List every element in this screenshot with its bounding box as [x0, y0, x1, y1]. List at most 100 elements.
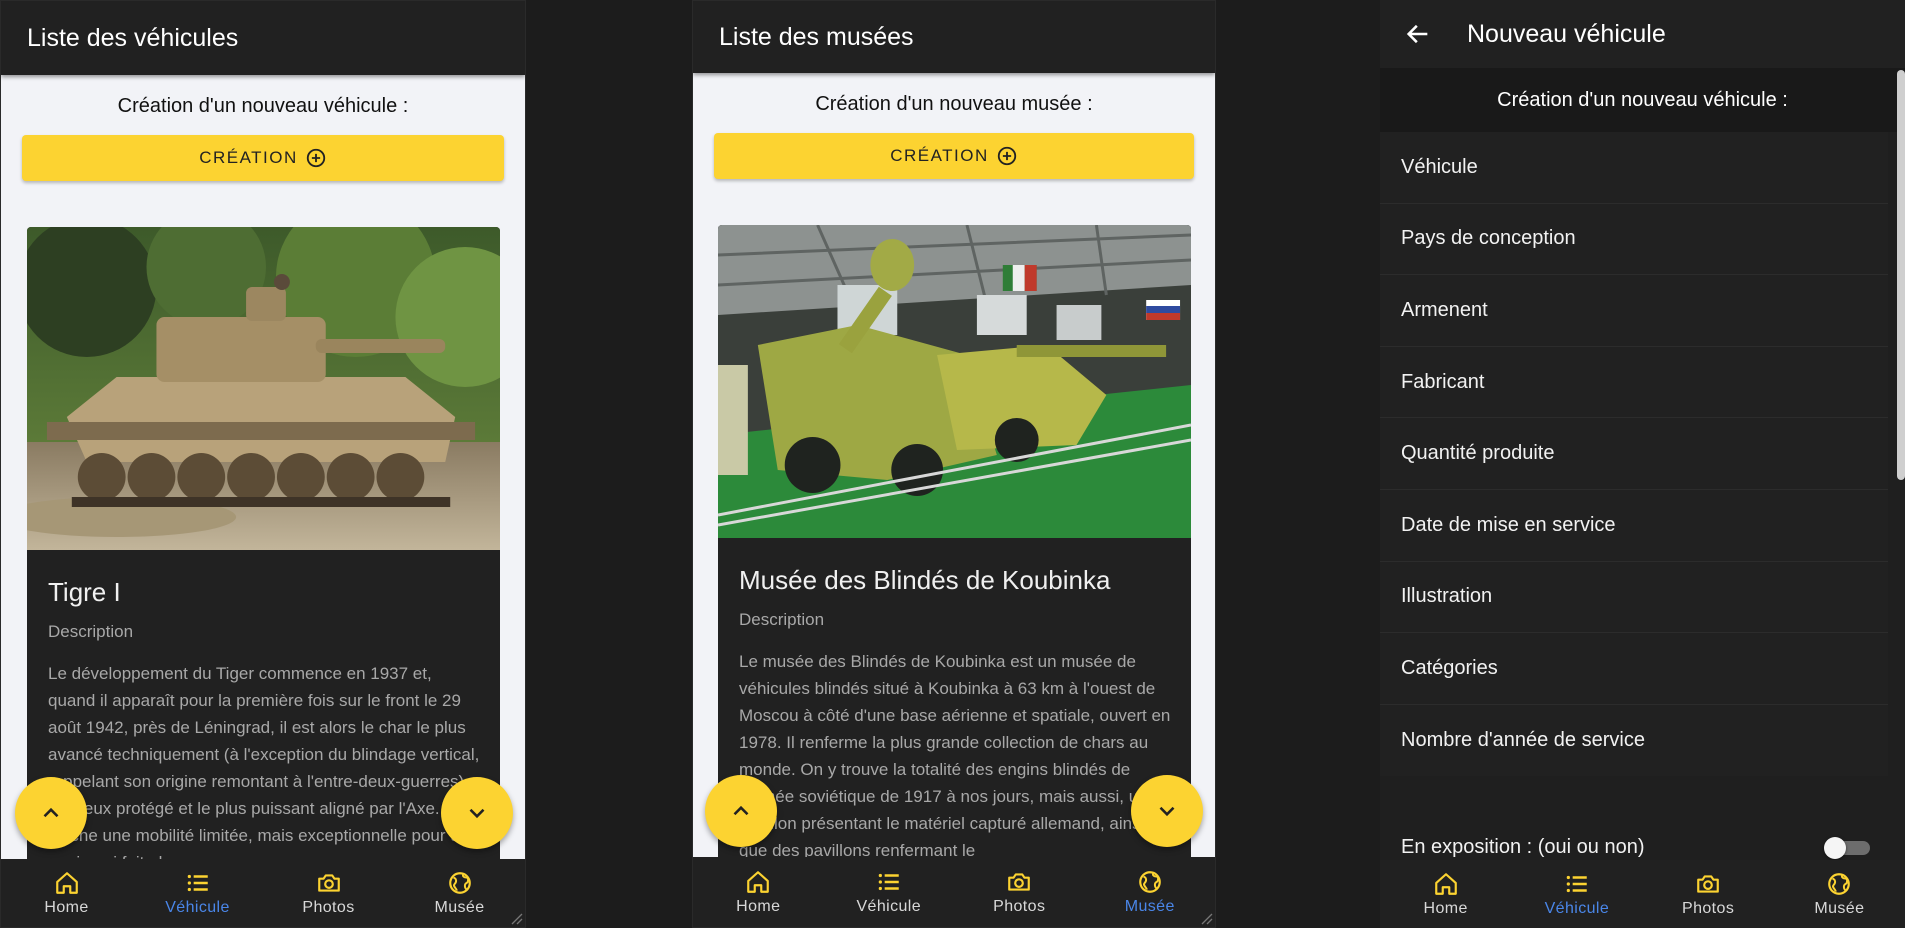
nav-vehicle-label: Véhicule — [165, 898, 230, 916]
museums-screen: Liste des musées Création d'un nouveau m… — [692, 0, 1216, 928]
scroll-up-button[interactable] — [705, 775, 777, 847]
create-museum-button[interactable]: CRÉATION — [714, 133, 1194, 179]
resize-grip-icon[interactable] — [1199, 911, 1213, 925]
app-bar: Liste des véhicules — [1, 1, 525, 75]
card-description: Le développement du Tiger commence en 19… — [48, 664, 480, 859]
nav-photos-label: Photos — [302, 898, 355, 916]
card-title: Tigre I — [48, 577, 121, 607]
new-vehicle-screen: Nouveau véhicule Création d'un nouveau v… — [1380, 0, 1905, 928]
form-field-row[interactable]: Pays de conception — [1380, 204, 1888, 276]
back-button[interactable] — [1380, 0, 1456, 68]
camera-icon — [317, 873, 340, 892]
form-field-label: Illustration — [1401, 585, 1493, 608]
vehicle-card[interactable]: Tigre I Description Le développement du … — [27, 227, 500, 859]
chevron-up-icon — [43, 807, 59, 818]
form-field-row[interactable]: Illustration — [1380, 562, 1888, 634]
form-field-label: Pays de conception — [1401, 227, 1576, 250]
nav-vehicle-label: Véhicule — [1544, 899, 1610, 917]
form-subtitle: Création d'un nouveau véhicule : — [1380, 68, 1905, 132]
globe-icon — [1138, 870, 1161, 893]
nav-museum[interactable]: Musée — [1085, 857, 1216, 927]
chevron-down-icon — [1159, 806, 1175, 817]
museum-photo — [718, 225, 1191, 538]
page-title: Nouveau véhicule — [1467, 19, 1666, 48]
nav-home-label: Home — [1423, 899, 1468, 917]
nav-photos[interactable]: Photos — [954, 857, 1085, 927]
nav-home-label: Home — [736, 897, 781, 915]
page-title: Liste des musées — [719, 22, 914, 51]
nav-home[interactable]: Home — [1380, 860, 1511, 928]
globe-icon — [1828, 872, 1851, 895]
bottom-navigation: Home Véhicule Photos Musée — [693, 857, 1215, 927]
chevron-down-icon — [469, 808, 485, 819]
form-field-row[interactable]: Fabricant — [1380, 347, 1888, 419]
form-field-label: Fabricant — [1401, 370, 1485, 393]
card-subtitle: Description — [48, 622, 134, 641]
vehicle-photo — [27, 227, 500, 550]
nav-home[interactable]: Home — [693, 857, 824, 927]
create-subtitle: Création d'un nouveau véhicule : — [117, 95, 409, 117]
card-title: Musée des Blindés de Koubinka — [739, 565, 1111, 595]
create-vehicle-button[interactable]: CRÉATION — [22, 135, 504, 181]
form-field-label: Catégories — [1401, 656, 1498, 679]
vehicle-form-fields: Véhicule Pays de conception Armenent Fabric… — [1380, 132, 1888, 777]
list-icon — [1566, 875, 1587, 892]
form-field-row[interactable]: Catégories — [1380, 633, 1888, 705]
app-bar: Nouveau véhicule — [1380, 0, 1905, 68]
plus-circle-icon — [306, 148, 325, 168]
nav-museum-label: Musée — [1124, 897, 1175, 915]
app-stage: Liste des véhicules Création d'un nouvea… — [0, 0, 1905, 928]
museums-content[interactable]: Création d'un nouveau musée : CRÉATION M… — [693, 73, 1215, 859]
museum-card[interactable]: Musée des Blindés de Koubinka Descriptio… — [718, 225, 1191, 859]
form-field-row[interactable]: Nombre d'année de service — [1380, 705, 1888, 777]
nav-museum[interactable]: Musée — [1774, 860, 1905, 928]
home-icon — [1434, 872, 1457, 895]
form-field-label: Nombre d'année de service — [1401, 729, 1645, 752]
exhibition-label: En exposition : (oui ou non) — [1401, 835, 1645, 858]
card-description: Le musée des Blindés de Koubinka est un … — [739, 652, 1171, 859]
nav-photos[interactable]: Photos — [263, 859, 394, 927]
card-subtitle: Description — [739, 610, 825, 629]
exhibition-toggle[interactable] — [1824, 837, 1870, 859]
chevron-up-icon — [733, 805, 749, 816]
nav-vehicle[interactable]: Véhicule — [824, 857, 955, 927]
scroll-up-button[interactable] — [15, 777, 87, 849]
form-field-row[interactable]: Quantité produite — [1380, 418, 1888, 490]
arrow-left-icon — [1406, 24, 1428, 44]
form-field-label: Véhicule — [1401, 155, 1478, 178]
home-icon — [55, 871, 78, 894]
nav-vehicle[interactable]: Véhicule — [132, 859, 263, 927]
form-field-row[interactable]: Date de mise en service — [1380, 490, 1888, 562]
nav-vehicle[interactable]: Véhicule — [1511, 860, 1642, 928]
plus-circle-icon — [997, 146, 1016, 166]
form-field-label: Quantité produite — [1401, 442, 1555, 465]
toggle-thumb — [1824, 837, 1846, 859]
form-field-row[interactable]: Armenent — [1380, 275, 1888, 347]
nav-museum[interactable]: Musée — [394, 859, 525, 927]
create-button-label: CRÉATION — [199, 148, 298, 167]
scrollbar[interactable] — [1897, 70, 1905, 480]
form-field-row[interactable]: Véhicule — [1380, 132, 1888, 204]
nav-museum-label: Musée — [1814, 899, 1865, 917]
create-button-label: CRÉATION — [890, 146, 989, 165]
nav-photos[interactable]: Photos — [1643, 860, 1774, 928]
camera-icon — [1697, 874, 1719, 893]
nav-photos-label: Photos — [1682, 899, 1735, 917]
list-icon — [878, 873, 899, 890]
nav-museum-label: Musée — [434, 898, 485, 916]
resize-grip-icon[interactable] — [509, 911, 523, 925]
nav-photos-label: Photos — [993, 897, 1046, 915]
vehicles-content[interactable]: Création d'un nouveau véhicule : CRÉATIO… — [1, 75, 525, 859]
scroll-down-button[interactable] — [1131, 775, 1203, 847]
nav-home[interactable]: Home — [1, 859, 132, 927]
form-field-label: Date de mise en service — [1401, 513, 1616, 536]
vehicles-screen: Liste des véhicules Création d'un nouvea… — [0, 0, 526, 928]
nav-vehicle-label: Véhicule — [856, 897, 922, 915]
camera-icon — [1008, 872, 1031, 891]
globe-icon — [448, 871, 471, 894]
nav-home-label: Home — [44, 898, 89, 916]
list-icon — [187, 874, 208, 891]
scroll-down-button[interactable] — [441, 777, 513, 849]
page-title: Liste des véhicules — [27, 23, 239, 52]
create-subtitle: Création d'un nouveau musée : — [815, 93, 1093, 115]
